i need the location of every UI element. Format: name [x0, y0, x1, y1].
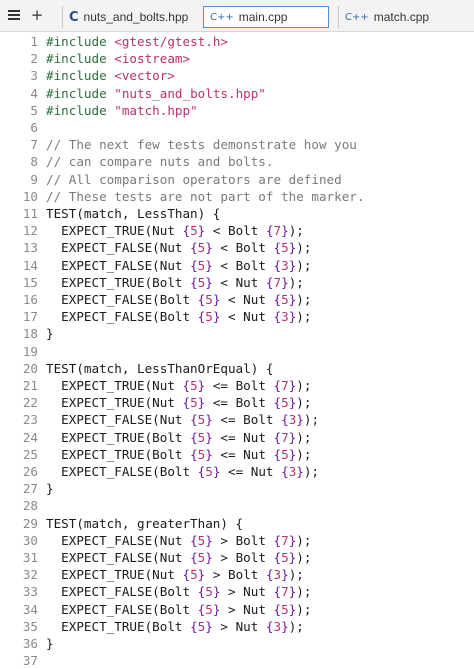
code-text: #include <vector> — [46, 67, 175, 84]
line-number: 24 — [0, 429, 38, 446]
line-number: 37 — [0, 652, 38, 669]
line-number: 17 — [0, 308, 38, 325]
line-number: 32 — [0, 566, 38, 583]
code-text: EXPECT_TRUE(Bolt {5} <= Nut {7}); — [46, 429, 311, 446]
line-number: 20 — [0, 360, 38, 377]
line-number: 33 — [0, 583, 38, 600]
line-number: 2 — [0, 50, 38, 67]
code-text: TEST(match, LessThanOrEqual) { — [46, 360, 273, 377]
line-number: 29 — [0, 515, 38, 532]
code-text: EXPECT_FALSE(Bolt {5} < Nut {5}); — [46, 291, 311, 308]
code-text: // The next few tests demonstrate how yo… — [46, 136, 357, 153]
code-text: // can compare nuts and bolts. — [46, 153, 273, 170]
code-text: // These tests are not part of the marke… — [46, 188, 364, 205]
line-number: 31 — [0, 549, 38, 566]
code-text: EXPECT_FALSE(Nut {5} <= Bolt {3}); — [46, 411, 319, 428]
line-number: 15 — [0, 274, 38, 291]
new-tab-button[interactable]: + — [27, 5, 47, 25]
line-number: 12 — [0, 222, 38, 239]
line-number: 1 — [0, 33, 38, 50]
code-text: TEST(match, LessThan) { — [46, 205, 220, 222]
line-number: 11 — [0, 205, 38, 222]
code-text: TEST(match, greaterThan) { — [46, 515, 243, 532]
line-number: 16 — [0, 291, 38, 308]
code-text: EXPECT_FALSE(Nut {5} < Bolt {5}); — [46, 239, 311, 256]
line-number: 14 — [0, 257, 38, 274]
tab-label: nuts_and_bolts.hpp — [84, 10, 189, 24]
line-number: 36 — [0, 635, 38, 652]
line-number: 22 — [0, 394, 38, 411]
cpp-file-icon: C++ — [210, 12, 234, 23]
line-number: 35 — [0, 618, 38, 635]
code-text: #include <iostream> — [46, 50, 190, 67]
code-text: EXPECT_TRUE(Nut {5} > Bolt {3}); — [46, 566, 304, 583]
c-file-icon: C — [69, 10, 79, 25]
line-number: 7 — [0, 136, 38, 153]
line-number: 26 — [0, 463, 38, 480]
tab-match-cpp[interactable]: C++ match.cpp — [338, 6, 458, 28]
code-text: EXPECT_FALSE(Bolt {5} > Nut {5}); — [46, 601, 311, 618]
code-text: EXPECT_TRUE(Bolt {5} > Nut {3}); — [46, 618, 304, 635]
code-text: EXPECT_FALSE(Bolt {5} < Nut {3}); — [46, 308, 311, 325]
cpp-file-icon: C++ — [345, 12, 369, 23]
code-editor[interactable]: 1 #include <gtest/gtest.h> 2 #include <iost… — [0, 32, 474, 663]
line-number: 3 — [0, 67, 38, 84]
code-text: EXPECT_FALSE(Nut {5} > Bolt {7}); — [46, 532, 311, 549]
tab-label: main.cpp — [239, 10, 288, 24]
hamburger-icon — [7, 8, 21, 22]
line-number: 5 — [0, 102, 38, 119]
code-text: EXPECT_FALSE(Bolt {5} <= Nut {3}); — [46, 463, 319, 480]
sidebar-menu-icon[interactable] — [4, 5, 24, 25]
line-number: 18 — [0, 325, 38, 342]
tab-bar: + C nuts_and_bolts.hpp C++ main.cpp C++ … — [0, 0, 474, 32]
line-number: 23 — [0, 411, 38, 428]
line-number: 8 — [0, 153, 38, 170]
tab-main-cpp[interactable]: C++ main.cpp — [203, 6, 329, 28]
line-number: 6 — [0, 119, 38, 136]
tab-nuts-and-bolts-hpp[interactable]: C nuts_and_bolts.hpp — [62, 6, 194, 28]
line-number: 30 — [0, 532, 38, 549]
code-text: #include <gtest/gtest.h> — [46, 33, 228, 50]
line-number: 34 — [0, 601, 38, 618]
code-text: EXPECT_TRUE(Nut {5} < Bolt {7}); — [46, 222, 304, 239]
line-number: 4 — [0, 85, 38, 102]
code-text: // All comparison operators are defined — [46, 171, 342, 188]
code-text: EXPECT_TRUE(Bolt {5} < Nut {7}); — [46, 274, 304, 291]
tab-label: match.cpp — [374, 10, 429, 24]
code-text: EXPECT_TRUE(Bolt {5} <= Nut {5}); — [46, 446, 311, 463]
code-text: } — [46, 325, 54, 342]
code-text: #include "nuts_and_bolts.hpp" — [46, 85, 266, 102]
code-text: EXPECT_TRUE(Nut {5} <= Bolt {7}); — [46, 377, 311, 394]
code-text: } — [46, 635, 54, 652]
code-text: EXPECT_TRUE(Nut {5} <= Bolt {5}); — [46, 394, 311, 411]
plus-icon: + — [31, 6, 44, 24]
code-text: } — [46, 480, 54, 497]
code-text: #include "match.hpp" — [46, 102, 198, 119]
code-text: EXPECT_FALSE(Nut {5} < Bolt {3}); — [46, 257, 311, 274]
line-number: 9 — [0, 171, 38, 188]
line-number: 21 — [0, 377, 38, 394]
code-text: EXPECT_FALSE(Nut {5} > Bolt {5}); — [46, 549, 311, 566]
line-number: 25 — [0, 446, 38, 463]
code-text: EXPECT_FALSE(Bolt {5} > Nut {7}); — [46, 583, 311, 600]
line-number: 27 — [0, 480, 38, 497]
line-number: 19 — [0, 343, 38, 360]
line-number: 13 — [0, 239, 38, 256]
line-number: 10 — [0, 188, 38, 205]
line-number: 28 — [0, 497, 38, 514]
